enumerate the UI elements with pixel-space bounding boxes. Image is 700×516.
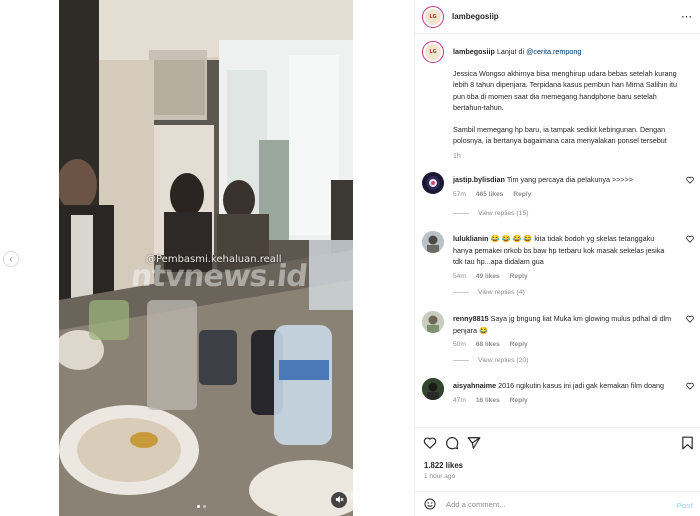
reply-button[interactable]: Reply (510, 339, 528, 351)
avatar-logo: LG (425, 44, 441, 60)
previous-post-button[interactable]: ‹ (3, 251, 19, 267)
caption-body: lambegosiip Lanjut di @cerita.rempong Je… (453, 46, 689, 162)
carousel-dots (197, 505, 206, 508)
caption-mention-link[interactable]: @cerita.rempong (526, 47, 581, 56)
reply-button[interactable]: Reply (510, 395, 528, 407)
comment-time: 47m (453, 396, 466, 404)
comment-likes[interactable]: 16 likes (476, 395, 500, 407)
comment-meta: 50m 68 likes Reply (453, 339, 675, 351)
avatar[interactable] (422, 172, 444, 194)
comment-body: renny8815 Saya jg bngung liat Muka km gl… (453, 313, 675, 351)
view-replies-label: View replies (4) (478, 289, 525, 296)
comment-username[interactable]: aisyahnaime (453, 381, 496, 390)
comment-likes[interactable]: 49 likes (476, 271, 500, 283)
comment-text: 2016 ngikutin kasus ini jadi gak kemakan… (498, 381, 664, 390)
divider (453, 292, 469, 293)
post-header: LG lambegosiip ⋯ (415, 0, 700, 34)
comment-time: 54m (453, 272, 466, 280)
comment-meta: 57m 465 likes Reply (453, 189, 675, 201)
heart-icon[interactable] (686, 176, 694, 186)
divider (453, 360, 469, 361)
comment-body: jastip.bylisdian Tim yang percaya dia pe… (453, 174, 675, 200)
bookmark-icon[interactable] (681, 436, 694, 452)
view-replies-button[interactable]: View replies (4) (453, 289, 525, 296)
comment-time: 50m (453, 341, 466, 348)
comment-likes[interactable]: 465 likes (476, 189, 504, 201)
speaker-muted-icon (335, 495, 344, 506)
comment-likes[interactable]: 68 likes (476, 339, 500, 351)
view-replies-button[interactable]: View replies (15) (453, 210, 529, 217)
emoji-icon[interactable] (424, 498, 436, 512)
heart-icon[interactable] (686, 382, 694, 392)
caption-lead: Lanjut di (496, 47, 525, 56)
add-comment-bar: Add a comment... Post (415, 491, 700, 516)
avatar-logo: LG (425, 8, 441, 25)
carousel-dot (203, 505, 206, 508)
post-details-panel: LG lambegosiip ⋯ LG lambegosiip Lanjut d… (414, 0, 700, 516)
mute-button[interactable] (331, 492, 347, 508)
post-media[interactable]: ntvnews.id @Pembasmi.kehaluan.reall Int (59, 0, 353, 516)
comment-time: 57m (453, 190, 466, 198)
comment-username[interactable]: renny8815 (453, 314, 489, 323)
comment-meta: 54m 49 likes Reply (453, 271, 675, 283)
post-username[interactable]: lambegosiip (452, 12, 499, 21)
post-actions: 1.822 likes 1 hour ago Add a comment... … (415, 427, 700, 516)
heart-icon[interactable] (686, 235, 694, 245)
comment-icon[interactable] (445, 436, 459, 452)
comments-scroll-area[interactable]: LG lambegosiip Lanjut di @cerita.rempong… (415, 35, 700, 427)
reply-button[interactable]: Reply (513, 189, 531, 201)
caption-username[interactable]: lambegosiip (453, 47, 495, 56)
reply-button[interactable]: Reply (510, 271, 528, 283)
post-comment-button[interactable]: Post (677, 501, 693, 510)
divider (453, 213, 469, 214)
view-replies-label: View replies (20) (478, 357, 529, 364)
view-replies-label: View replies (15) (478, 210, 529, 217)
carousel-dot (197, 505, 200, 508)
chevron-left-icon: ‹ (9, 253, 13, 265)
likes-count[interactable]: 1.822 likes (424, 461, 463, 470)
caption-paragraph: Jessica Wongso akhirnya bisa menghirup u… (453, 68, 678, 113)
comment-text: Tim yang percaya dia pelakunya >>>>> (506, 175, 634, 184)
heart-icon[interactable] (686, 315, 694, 325)
ellipsis-icon[interactable]: ⋯ (681, 10, 693, 23)
watermark-handle: @Pembasmi.kehaluan.reall (146, 254, 282, 265)
avatar[interactable]: LG (422, 41, 444, 63)
comment-body: aisyahnaime 2016 ngikutin kasus ini jadi… (453, 380, 675, 406)
avatar[interactable]: LG (422, 5, 444, 28)
caption-timestamp: 1h (453, 152, 461, 160)
comment-body: luluklianin 😂 😂 😂 😂 kita tidak bodoh yg … (453, 233, 675, 282)
comment-input[interactable]: Add a comment... (446, 500, 506, 509)
comment-username[interactable]: jastip.bylisdian (453, 175, 505, 184)
avatar[interactable] (422, 378, 444, 400)
action-icons (423, 436, 481, 452)
heart-icon[interactable] (423, 436, 437, 452)
avatar[interactable] (422, 231, 444, 253)
avatar[interactable] (422, 311, 444, 333)
page-background: ‹ (0, 0, 59, 516)
caption-paragraph: Sambil memegang hp baru, ia tampak sedik… (453, 124, 667, 146)
view-replies-button[interactable]: View replies (20) (453, 357, 529, 364)
comment-meta: 47m 16 likes Reply (453, 395, 675, 407)
comment-username[interactable]: luluklianin (453, 234, 489, 243)
share-icon[interactable] (467, 436, 481, 452)
post-timestamp: 1 hour ago (424, 473, 456, 480)
